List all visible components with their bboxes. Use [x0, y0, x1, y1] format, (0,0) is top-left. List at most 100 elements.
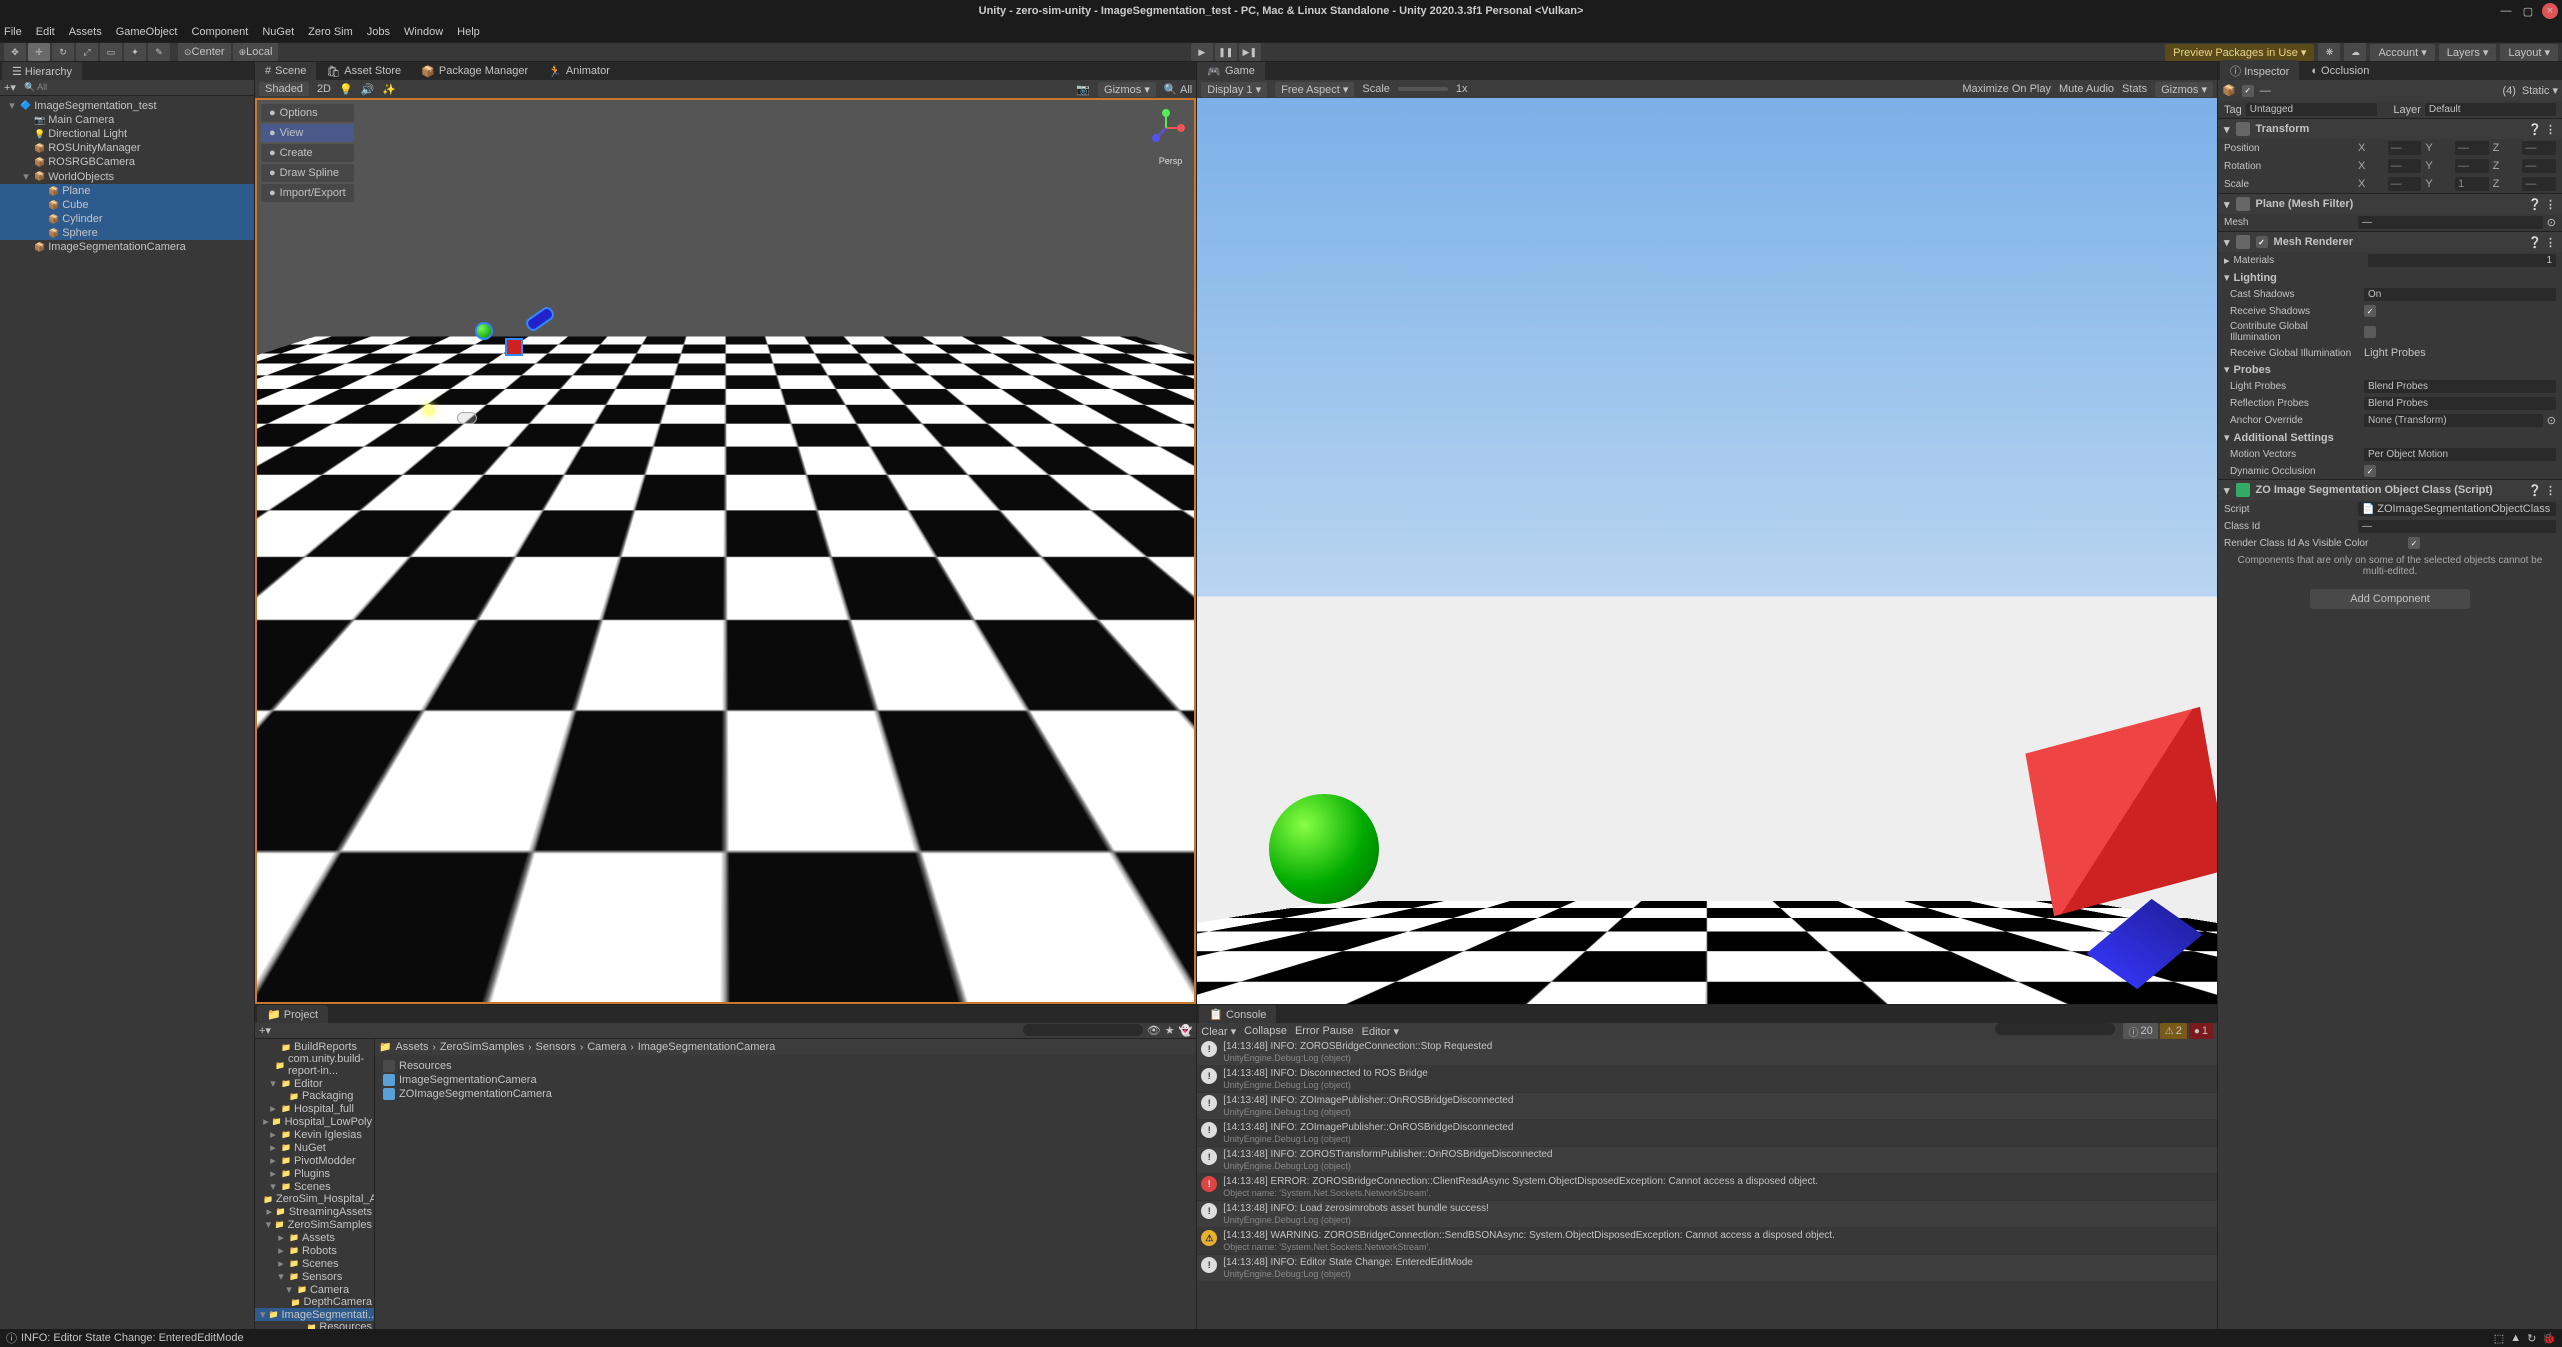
contribute-gi-checkbox[interactable] [2364, 326, 2376, 338]
scale-slider[interactable] [1398, 87, 1448, 91]
breadcrumb-item[interactable]: Camera [587, 1041, 626, 1053]
rot-y-field[interactable]: — [2455, 159, 2489, 173]
project-tree-item[interactable]: 📁Resources [255, 1321, 374, 1329]
mesh-renderer-enabled[interactable] [2256, 236, 2268, 248]
anchor-picker-icon[interactable]: ⊙ [2547, 414, 2556, 427]
scl-x-field[interactable]: — [2388, 177, 2422, 191]
console-log-item[interactable]: ![14:13:48] INFO: ZOROSTransformPublishe… [1197, 1147, 2217, 1174]
project-filter-icon[interactable]: 👁 [1147, 1024, 1161, 1037]
light-probes-dropdown[interactable]: Blend Probes [2364, 380, 2556, 393]
scale-tool[interactable]: ⤢ [76, 43, 98, 61]
console-collapse[interactable]: Collapse [1244, 1025, 1287, 1037]
rot-x-field[interactable]: — [2388, 159, 2422, 173]
console-log-item[interactable]: ![14:13:48] INFO: Disconnected to ROS Br… [1197, 1066, 2217, 1093]
project-tree-item[interactable]: ▸📁StreamingAssets [255, 1205, 374, 1218]
probes-foldout[interactable]: Probes [2234, 364, 2271, 376]
project-tree-item[interactable]: ▸📁Scenes [255, 1257, 374, 1270]
project-tree-item[interactable]: ▸📁Hospital_LowPoly [255, 1115, 374, 1128]
hand-tool[interactable]: ✥ [4, 43, 26, 61]
project-tree-item[interactable]: 📁DepthCamera [255, 1296, 374, 1308]
render-class-id-checkbox[interactable] [2408, 537, 2420, 549]
project-add-button[interactable]: +▾ [259, 1024, 271, 1037]
project-tree-item[interactable]: 📁com.unity.build-report-in... [255, 1053, 374, 1077]
menu-help[interactable]: Help [457, 26, 480, 38]
project-asset-item[interactable]: ImageSegmentationCamera [379, 1073, 1192, 1087]
transform-tool[interactable]: ✦ [124, 43, 146, 61]
game-view[interactable] [1197, 98, 2217, 1004]
menu-nuget[interactable]: NuGet [262, 26, 294, 38]
menu-jobs[interactable]: Jobs [367, 26, 390, 38]
custom-tool[interactable]: ✎ [148, 43, 170, 61]
scene-overlay-draw-spline[interactable]: ●Draw Spline [261, 164, 354, 182]
scene-cloud-gizmo[interactable] [457, 412, 477, 424]
rot-z-field[interactable]: — [2522, 159, 2556, 173]
scene-search[interactable]: 🔍 All [1164, 83, 1192, 96]
mute-audio[interactable]: Mute Audio [2059, 83, 2114, 95]
mesh-renderer-header[interactable]: ▾ Mesh Renderer❔ ⋮ [2218, 231, 2562, 252]
lighting-icon[interactable]: 💡 [339, 83, 353, 96]
menu-gameobject[interactable]: GameObject [116, 26, 178, 38]
reflection-probes-dropdown[interactable]: Blend Probes [2364, 397, 2556, 410]
receive-shadows-checkbox[interactable] [2364, 305, 2376, 317]
collab-icon[interactable]: ❋ [2318, 43, 2340, 61]
tab-package-manager[interactable]: 📦Package Manager [411, 62, 538, 81]
project-tree-item[interactable]: ▸📁Hospital_full [255, 1102, 374, 1115]
step-button[interactable]: ▶❚ [1239, 43, 1261, 61]
menu-assets[interactable]: Assets [69, 26, 102, 38]
hierarchy-item[interactable]: ▾🔷ImageSegmentation_test [0, 98, 254, 113]
menu-window[interactable]: Window [404, 26, 443, 38]
pos-x-field[interactable]: — [2388, 141, 2422, 155]
account-dropdown[interactable]: Account ▾ [2370, 44, 2434, 61]
console-editor[interactable]: Editor ▾ [1362, 1025, 1399, 1038]
tab-asset-store[interactable]: 🛍Asset Store [316, 62, 411, 81]
hierarchy-item[interactable]: 💡Directional Light [0, 127, 254, 141]
minimize-button[interactable]: — [2498, 3, 2514, 19]
menu-zero-sim[interactable]: Zero Sim [308, 26, 353, 38]
move-tool[interactable]: ✛ [28, 43, 50, 61]
scene-cylinder-object[interactable] [524, 305, 557, 334]
tab-scene[interactable]: #Scene [255, 62, 316, 80]
tag-dropdown[interactable]: Untagged [2246, 103, 2377, 116]
menu-component[interactable]: Component [191, 26, 248, 38]
motion-vectors-dropdown[interactable]: Per Object Motion [2364, 448, 2556, 461]
pause-button[interactable]: ❚❚ [1215, 43, 1237, 61]
pivot-center-toggle[interactable]: ⊙Center [178, 43, 231, 61]
shading-mode-dropdown[interactable]: Shaded [259, 82, 309, 96]
class-id-field[interactable]: — [2358, 520, 2556, 533]
scene-overlay-view[interactable]: ●View [261, 124, 354, 142]
project-tree-item[interactable]: ▾📁Editor [255, 1077, 374, 1090]
console-tab[interactable]: 📋 Console [1199, 1005, 1276, 1024]
console-clear[interactable]: Clear ▾ [1201, 1025, 1236, 1038]
mesh-picker-icon[interactable]: ⊙ [2547, 216, 2556, 229]
hierarchy-item[interactable]: 📦Cube [0, 198, 254, 212]
scl-y-field[interactable]: 1 [2455, 177, 2489, 191]
project-tree-item[interactable]: ▸📁NuGet [255, 1141, 374, 1154]
project-tree-item[interactable]: ▾📁Scenes [255, 1180, 374, 1193]
project-asset-item[interactable]: Resources [379, 1059, 1192, 1073]
scene-cube-object[interactable] [505, 338, 523, 356]
cloud-icon[interactable]: ☁ [2344, 43, 2366, 61]
rect-tool[interactable]: ▭ [100, 43, 122, 61]
hierarchy-item[interactable]: 📦Cylinder [0, 212, 254, 226]
project-tab[interactable]: 📁 Project [257, 1005, 328, 1024]
warn-count[interactable]: ⚠ 2 [2160, 1023, 2187, 1040]
status-icon-2[interactable]: ▲ [2510, 1332, 2521, 1345]
scene-overlay-options[interactable]: ●Options [261, 104, 354, 122]
breadcrumb-item[interactable]: Sensors [536, 1041, 576, 1053]
hierarchy-search[interactable]: 🔍 All [24, 82, 47, 93]
console-log-item[interactable]: ![14:13:48] ERROR: ZOROSBridgeConnection… [1197, 1174, 2217, 1201]
active-checkbox[interactable] [2242, 85, 2254, 97]
project-tree-item[interactable]: ▸📁Kevin Iglesias [255, 1128, 374, 1141]
aspect-dropdown[interactable]: Free Aspect ▾ [1275, 82, 1354, 97]
menu-file[interactable]: File [4, 26, 22, 38]
project-tree-item[interactable]: ▾📁Camera [255, 1283, 374, 1296]
project-tree-item[interactable]: ▾📁Sensors [255, 1270, 374, 1283]
display-dropdown[interactable]: Display 1 ▾ [1201, 82, 1267, 97]
project-tree-item[interactable]: ▸📁PivotModder [255, 1154, 374, 1167]
add-component-button[interactable]: Add Component [2310, 589, 2470, 609]
status-icon-1[interactable]: ⬚ [2494, 1332, 2504, 1345]
occlusion-tab[interactable]: ◐ Occlusion [2301, 62, 2379, 80]
scene-sphere-object[interactable] [475, 322, 493, 340]
hierarchy-item[interactable]: 📦ROSUnityManager [0, 141, 254, 155]
mesh-filter-header[interactable]: ▾ Plane (Mesh Filter)❔ ⋮ [2218, 193, 2562, 214]
